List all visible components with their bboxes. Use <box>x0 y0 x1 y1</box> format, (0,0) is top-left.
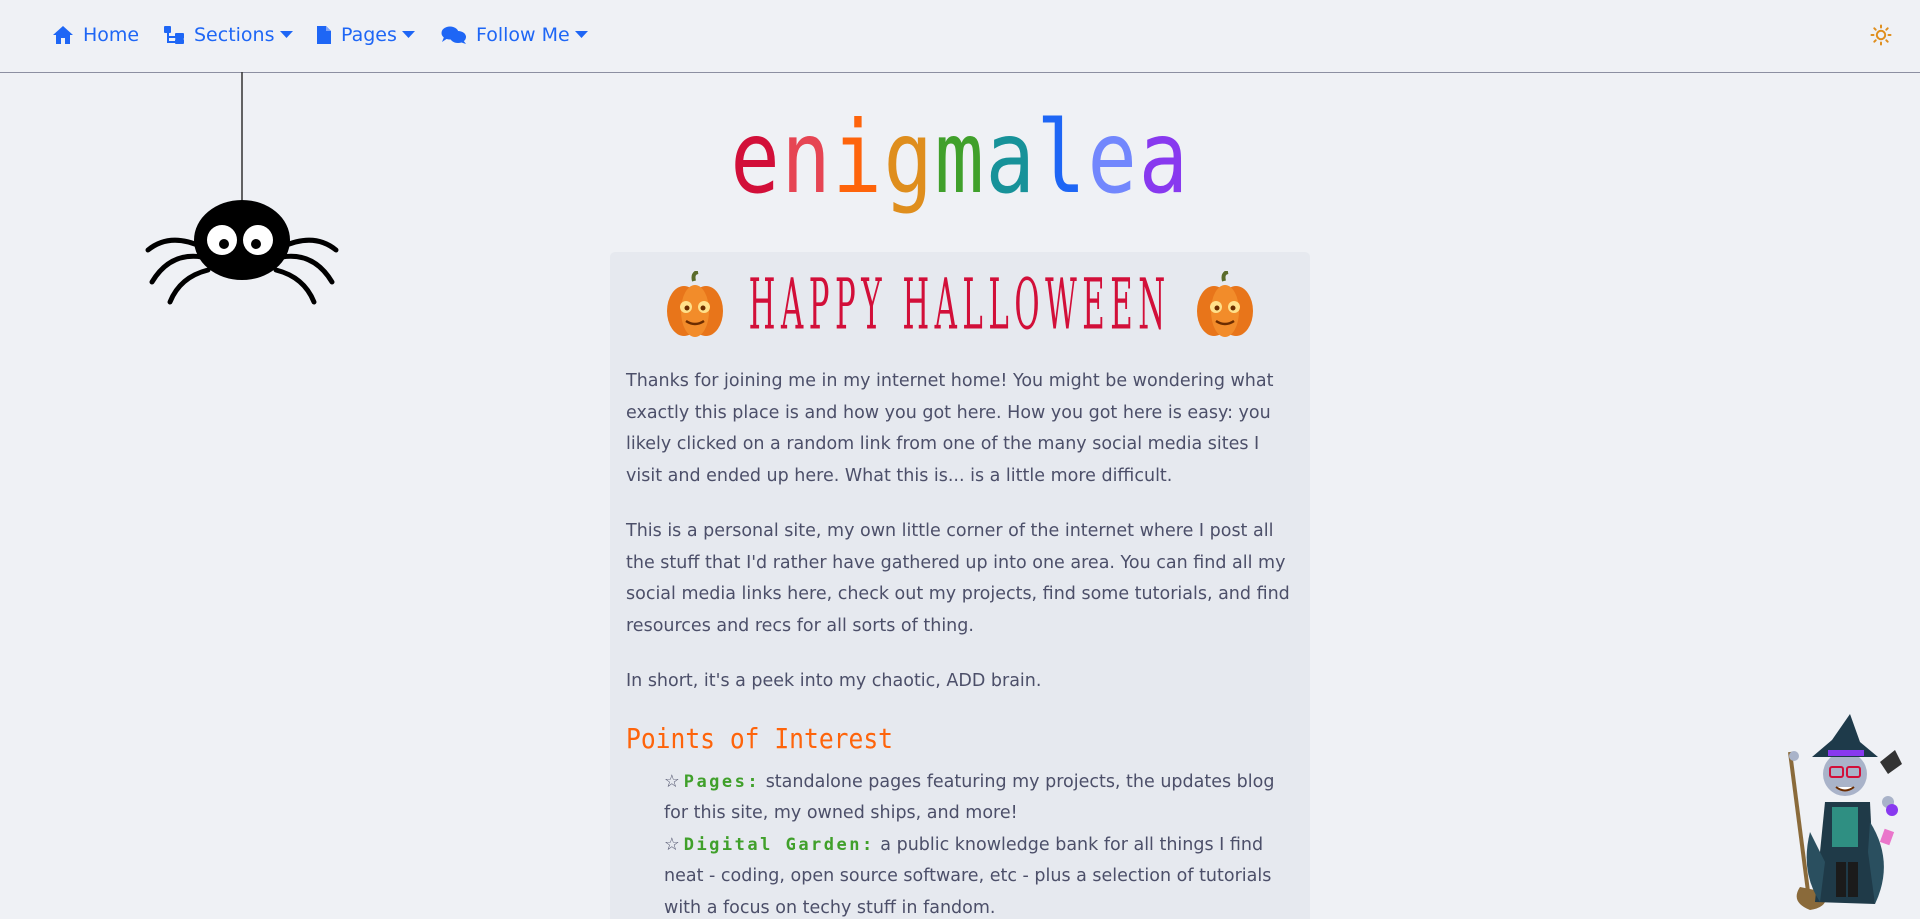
logo-letter: e <box>730 99 782 216</box>
intro-content: Thanks for joining me in my internet hom… <box>626 366 1296 919</box>
star-icon: ☆ <box>664 771 680 792</box>
logo-letter: l <box>1036 99 1088 216</box>
nav-sections-label: Sections <box>194 24 275 46</box>
logo-letter: e <box>1087 99 1139 216</box>
nav-pages[interactable]: Pages <box>316 0 415 70</box>
logo-letter: a <box>985 99 1037 216</box>
sitemap-icon <box>164 26 184 44</box>
pumpkin-icon <box>667 271 724 337</box>
nav-home-label: Home <box>83 24 140 46</box>
pages-link[interactable]: Pages: <box>684 772 760 792</box>
nav-follow-me[interactable]: Follow Me <box>441 0 588 70</box>
comments-icon <box>441 26 466 44</box>
logo-letter: g <box>883 99 935 216</box>
intro-paragraph: In short, it's a peek into my chaotic, A… <box>626 671 1042 691</box>
nav-home[interactable]: Home <box>52 0 139 70</box>
top-navbar: Home Sections Pages Follow Me <box>0 0 1920 73</box>
list-item: ☆ Digital Garden: a public knowledge bank… <box>664 830 1296 919</box>
halloween-banner: HAPPY HALLOWEEN <box>610 264 1310 346</box>
nav-pages-label: Pages <box>341 24 397 46</box>
nav-sections[interactable]: Sections <box>163 0 293 70</box>
nav-follow-label: Follow Me <box>476 24 570 46</box>
logo-letter: m <box>934 99 986 216</box>
intro-paragraph: This is a personal site, my own little c… <box>626 521 1290 636</box>
home-icon <box>53 26 73 44</box>
pumpkin-icon <box>1196 271 1253 337</box>
intro-paragraph: Thanks for joining me in my internet hom… <box>626 371 1274 486</box>
logo-letter: a <box>1138 99 1190 216</box>
logo-letter: n <box>781 99 833 216</box>
file-icon <box>317 26 331 44</box>
theme-toggle-button[interactable] <box>1870 24 1892 50</box>
digital-garden-link[interactable]: Digital Garden: <box>684 835 875 855</box>
site-logo[interactable]: enigmalea <box>173 108 1747 208</box>
chevron-down-icon <box>574 31 588 38</box>
halloween-title: HAPPY HALLOWEEN <box>748 264 1171 346</box>
points-of-interest-list: ☆ Pages: standalone pages featuring my pr… <box>626 767 1296 919</box>
points-of-interest-heading: Points of Interest <box>626 721 894 755</box>
star-icon: ☆ <box>664 834 680 855</box>
logo-letter: i <box>832 99 884 216</box>
chevron-down-icon <box>279 31 293 38</box>
intro-card: HAPPY HALLOWEEN Thanks for joining me in… <box>610 252 1310 919</box>
sun-icon <box>1870 24 1892 46</box>
chevron-down-icon <box>401 31 415 38</box>
list-item: ☆ Pages: standalone pages featuring my pr… <box>664 767 1296 830</box>
witch-mascot-image <box>1788 714 1902 910</box>
